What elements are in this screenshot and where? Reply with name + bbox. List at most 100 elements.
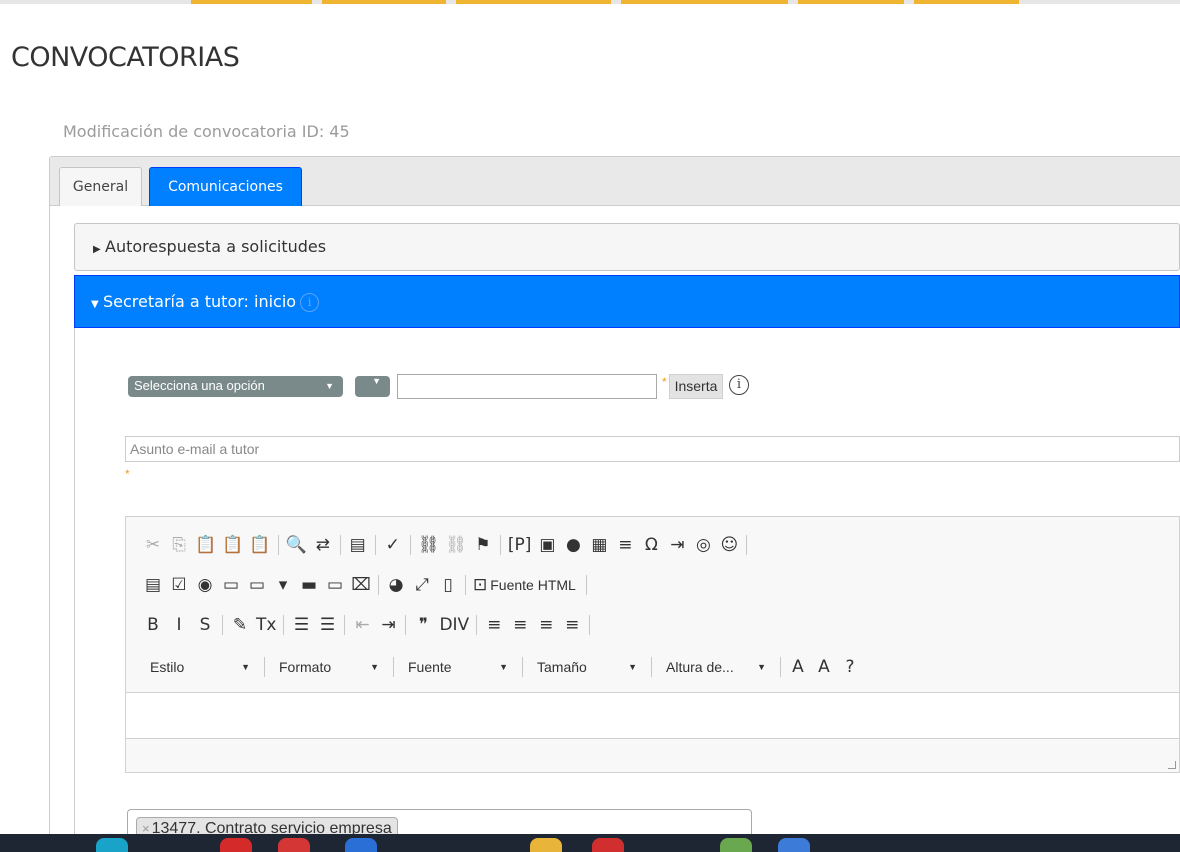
taskbar-app-icon[interactable] bbox=[220, 838, 252, 852]
bulleted-list-button[interactable]: ☰ bbox=[314, 612, 340, 638]
strike-icon: S bbox=[199, 615, 211, 635]
align-center-button[interactable]: ≡ bbox=[507, 612, 533, 638]
nav-stub-2[interactable] bbox=[322, 0, 446, 4]
placeholder-button[interactable]: [P] bbox=[505, 532, 535, 558]
unlink-button[interactable]: ⛓ bbox=[442, 532, 470, 558]
image-button-button[interactable]: ▭ bbox=[322, 572, 348, 598]
button-field-button[interactable]: ▬ bbox=[296, 572, 322, 598]
anchor-button[interactable]: ⚑ bbox=[470, 532, 496, 558]
indent-list-button[interactable]: ⇥ bbox=[664, 532, 690, 558]
combo-4[interactable]: Altura de... ▼ bbox=[656, 654, 776, 680]
div-button[interactable]: DIV bbox=[436, 612, 472, 638]
chevron-down-icon: ▼ bbox=[325, 381, 334, 391]
taskbar-app-icon[interactable] bbox=[530, 838, 562, 852]
form-button[interactable]: ▤ bbox=[140, 572, 166, 598]
subject-input[interactable] bbox=[125, 436, 1180, 462]
flash-button[interactable]: ● bbox=[560, 532, 586, 558]
bold-button[interactable]: B bbox=[140, 612, 166, 638]
hidden-field-button[interactable]: ⌧ bbox=[348, 572, 374, 598]
toolbar-separator bbox=[589, 615, 591, 635]
textarea-button[interactable]: ▭ bbox=[244, 572, 270, 598]
combo-3[interactable]: Tamaño ▼ bbox=[527, 654, 647, 680]
nav-stub-6[interactable] bbox=[914, 0, 1019, 4]
resize-handle[interactable] bbox=[1168, 761, 1176, 769]
taskbar-app-icon[interactable] bbox=[96, 838, 128, 852]
taskbar-app-icon[interactable] bbox=[278, 838, 310, 852]
link-button[interactable]: ⛓ bbox=[415, 532, 443, 558]
outdent-button[interactable]: ⇤ bbox=[349, 612, 375, 638]
strike-button[interactable]: S bbox=[192, 612, 218, 638]
copy-format-button[interactable]: ✎ bbox=[227, 612, 253, 638]
text-color-button[interactable]: A bbox=[785, 654, 811, 680]
paste-text-button[interactable]: 📋 bbox=[219, 532, 246, 558]
smiley-button[interactable]: ☺ bbox=[716, 532, 742, 558]
combo-2[interactable]: Fuente ▼ bbox=[398, 654, 518, 680]
tab-bar: General Comunicaciones bbox=[50, 157, 1180, 206]
bg-color-button[interactable]: A bbox=[811, 654, 837, 680]
variable-input[interactable] bbox=[397, 374, 657, 399]
spellcheck-icon: ✓ bbox=[385, 535, 400, 555]
paste-word-button[interactable]: 📋 bbox=[246, 532, 273, 558]
link-icon: ⛓ bbox=[417, 535, 440, 555]
spellcheck-button[interactable]: ✓ bbox=[380, 532, 406, 558]
italic-button[interactable]: I bbox=[166, 612, 192, 638]
iframe-button[interactable]: ◎ bbox=[690, 532, 716, 558]
paste-button[interactable]: 📋 bbox=[192, 532, 219, 558]
checkbox-button[interactable]: ☑ bbox=[166, 572, 192, 598]
replace-button[interactable]: ⇄ bbox=[310, 532, 336, 558]
maximize-button[interactable]: ⤢ bbox=[409, 572, 435, 598]
radio-button[interactable]: ◉ bbox=[192, 572, 218, 598]
table-button[interactable]: ▦ bbox=[586, 532, 612, 558]
nav-stub-4[interactable] bbox=[621, 0, 788, 4]
textfield-button[interactable]: ▭ bbox=[218, 572, 244, 598]
editor-content-area[interactable] bbox=[126, 692, 1179, 739]
variable-select[interactable]: Selecciona una opción ▼ bbox=[128, 376, 343, 397]
align-left-button[interactable]: ≡ bbox=[481, 612, 507, 638]
indent-button[interactable]: ⇥ bbox=[375, 612, 401, 638]
chevron-down-icon: ▼ bbox=[372, 376, 381, 386]
info-icon[interactable]: i bbox=[729, 375, 749, 395]
toolbar-separator bbox=[465, 575, 466, 595]
anchor-icon: ⚑ bbox=[475, 535, 491, 555]
align-center-icon: ≡ bbox=[513, 615, 528, 635]
nav-stub-5[interactable] bbox=[798, 0, 904, 4]
nav-stub-1[interactable] bbox=[191, 0, 312, 4]
taskbar-app-icon[interactable] bbox=[778, 838, 810, 852]
cut-button[interactable]: ✂ bbox=[140, 532, 166, 558]
help-button[interactable]: ? bbox=[837, 654, 863, 680]
combo-1[interactable]: Formato ▼ bbox=[269, 654, 389, 680]
source-button[interactable]: ⊡ Fuente HTML bbox=[470, 572, 582, 598]
accordion-secretaria-tutor[interactable]: ▼ Secretaría a tutor: inicio i bbox=[74, 275, 1180, 328]
taskbar-app-icon[interactable] bbox=[592, 838, 624, 852]
insert-button[interactable]: Inserta bbox=[669, 374, 723, 399]
numbered-list-button[interactable]: ☰ bbox=[288, 612, 314, 638]
align-right-button[interactable]: ≡ bbox=[533, 612, 559, 638]
blockquote-button[interactable]: ❞ bbox=[410, 612, 436, 638]
select-all-button[interactable]: ▤ bbox=[345, 532, 371, 558]
toolbar-separator bbox=[378, 575, 379, 595]
find-button[interactable]: 🔍 bbox=[283, 532, 310, 558]
toolbar-separator bbox=[409, 535, 411, 555]
align-justify-button[interactable]: ≡ bbox=[559, 612, 585, 638]
paste-word-icon: 📋 bbox=[249, 535, 271, 555]
info-icon[interactable]: i bbox=[300, 293, 320, 312]
select-field-button[interactable]: ▾ bbox=[270, 572, 296, 598]
nav-stub-3[interactable] bbox=[456, 0, 611, 4]
combo-0[interactable]: Estilo ▼ bbox=[140, 654, 260, 680]
select-value: Selecciona una opción bbox=[134, 378, 265, 393]
taskbar-app-icon[interactable] bbox=[345, 838, 377, 852]
tab-comunicaciones[interactable]: Comunicaciones bbox=[149, 167, 302, 206]
hr-button[interactable]: ≡ bbox=[612, 532, 638, 558]
copy-button[interactable]: ⎘ bbox=[166, 532, 192, 558]
taskbar-app-icon[interactable] bbox=[720, 838, 752, 852]
remove-format-button[interactable]: Tx bbox=[253, 612, 279, 638]
numbered-list-icon: ☰ bbox=[293, 615, 310, 635]
secondary-select[interactable]: ▼ bbox=[355, 376, 390, 397]
tab-general[interactable]: General bbox=[59, 167, 142, 206]
special-char-button[interactable]: Ω bbox=[638, 532, 664, 558]
show-blocks-button[interactable]: ▯ bbox=[435, 572, 461, 598]
unlink-icon: ⛓ bbox=[445, 535, 467, 555]
image-button[interactable]: ▣ bbox=[534, 532, 560, 558]
templates-button[interactable]: ◕ bbox=[383, 572, 409, 598]
accordion-autorespuesta[interactable]: ▶ Autorespuesta a solicitudes bbox=[74, 223, 1180, 271]
